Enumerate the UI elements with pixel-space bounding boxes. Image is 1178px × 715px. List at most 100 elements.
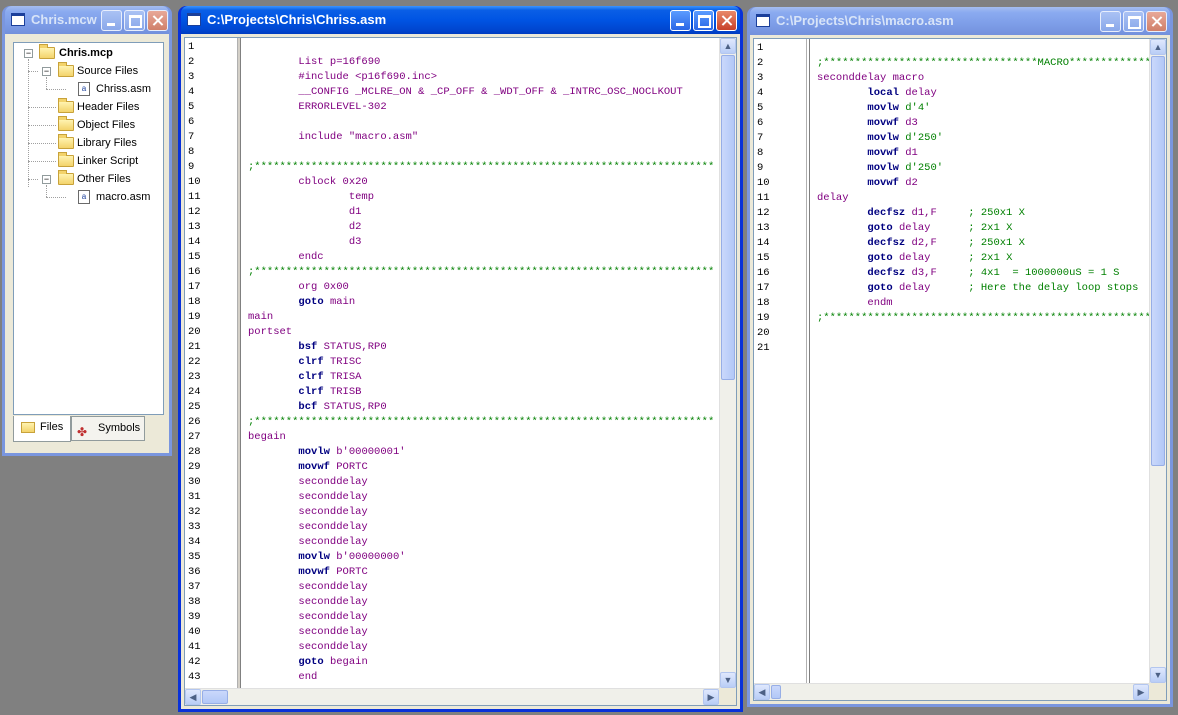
project-titlebar[interactable]: Chris.mcw	[5, 6, 169, 34]
tree-label: Header Files	[77, 101, 140, 113]
line-number: 19	[757, 312, 770, 324]
code-editor-main[interactable]: List p=16f690 #include <p16f690.inc> __C…	[184, 37, 737, 706]
scroll-corner	[1149, 683, 1166, 700]
scroll-thumb[interactable]	[721, 55, 735, 380]
maximize-button[interactable]	[1123, 11, 1144, 32]
scroll-down-button[interactable]: ▼	[1150, 667, 1166, 683]
scroll-up-button[interactable]: ▲	[720, 38, 736, 54]
code-line: seconddelay	[248, 521, 368, 533]
code-line: movwf d2	[867, 177, 918, 189]
tree-item-macro-asm[interactable]: a macro.asm	[14, 188, 163, 206]
vertical-scrollbar[interactable]: ▲ ▼	[1149, 39, 1166, 683]
line-number: 30	[188, 476, 201, 488]
line-number: 11	[757, 192, 770, 204]
line-number: 32	[188, 506, 201, 518]
editor-main-title: C:\Projects\Chris\Chriss.asm	[207, 12, 387, 27]
code-line: movlw d'250'	[867, 162, 944, 174]
code-line: local delay	[867, 87, 937, 99]
line-number: 24	[188, 386, 201, 398]
minimize-button[interactable]	[670, 10, 691, 31]
tab-symbols[interactable]: ✤ Symbols	[71, 416, 145, 441]
tree-item-header-files[interactable]: Header Files	[14, 98, 163, 116]
code-line: seconddelay macro	[817, 72, 925, 84]
line-number: 25	[188, 401, 201, 413]
scroll-right-button[interactable]: ▶	[1133, 684, 1149, 700]
line-number: 10	[188, 176, 201, 188]
code-area-main[interactable]: List p=16f690 #include <p16f690.inc> __C…	[185, 38, 719, 688]
code-line: seconddelay	[248, 506, 368, 518]
window-icon	[11, 13, 25, 26]
tree-item-chriss-asm[interactable]: a Chriss.asm	[14, 80, 163, 98]
minimize-button[interactable]	[1100, 11, 1121, 32]
line-number: 42	[188, 656, 201, 668]
line-number: 41	[188, 641, 201, 653]
collapse-icon[interactable]: −	[42, 67, 51, 76]
close-button[interactable]	[1146, 11, 1167, 32]
scroll-left-button[interactable]: ◀	[754, 684, 770, 700]
line-number: 21	[188, 341, 201, 353]
tab-files[interactable]: Files	[13, 416, 71, 442]
line-number: 37	[188, 581, 201, 593]
scroll-down-button[interactable]: ▼	[720, 672, 736, 688]
code-line: ;***************************************…	[248, 416, 715, 428]
code-line: seconddelay	[248, 611, 368, 623]
code-line: d2	[248, 221, 362, 233]
line-number: 23	[188, 371, 201, 383]
line-number: 5	[757, 102, 764, 114]
line-number: 39	[188, 611, 201, 623]
line-number: 35	[188, 551, 201, 563]
maximize-button[interactable]	[124, 10, 145, 31]
scroll-thumb[interactable]	[1151, 56, 1165, 466]
line-number: 8	[757, 147, 764, 159]
code-line: endc	[248, 251, 324, 263]
horizontal-scrollbar[interactable]: ◀ ▶	[185, 688, 719, 705]
asm-file-icon: a	[78, 190, 90, 204]
scroll-thumb-h[interactable]	[771, 685, 781, 699]
code-line: goto main	[298, 296, 356, 308]
code-area-macro[interactable]: ;**********************************MACRO…	[754, 39, 1149, 683]
vertical-scrollbar[interactable]: ▲ ▼	[719, 38, 736, 688]
line-number: 4	[757, 87, 764, 99]
tree-item-project[interactable]: − Chris.mcp	[14, 44, 163, 62]
code-line: movlw b'00000000'	[298, 551, 406, 563]
line-number: 2	[757, 57, 764, 69]
code-line: temp	[248, 191, 375, 203]
collapse-icon[interactable]: −	[42, 175, 51, 184]
line-number: 40	[188, 626, 201, 638]
line-number: 18	[188, 296, 201, 308]
maximize-button[interactable]	[693, 10, 714, 31]
editor-main-titlebar[interactable]: C:\Projects\Chris\Chriss.asm	[181, 6, 740, 34]
tree-item-source-files[interactable]: − Source Files	[14, 62, 163, 80]
line-number: 8	[188, 146, 195, 158]
tree-item-object-files[interactable]: Object Files	[14, 116, 163, 134]
code-line: bcf STATUS,RP0	[298, 401, 387, 413]
horizontal-scrollbar[interactable]: ◀ ▶	[754, 683, 1149, 700]
scroll-right-button[interactable]: ▶	[703, 689, 719, 705]
line-number: 20	[757, 327, 770, 339]
tree-item-library-files[interactable]: Library Files	[14, 134, 163, 152]
close-button[interactable]	[716, 10, 737, 31]
code-line: goto delay ; 2x1 X	[867, 222, 1013, 234]
close-button[interactable]	[147, 10, 168, 31]
line-number: 19	[188, 311, 201, 323]
code-line: end	[248, 671, 318, 683]
code-line: goto delay ; 2x1 X	[867, 252, 1013, 264]
code-line: include "macro.asm"	[248, 131, 419, 143]
tree-label: Library Files	[77, 137, 137, 149]
minimize-button[interactable]	[101, 10, 122, 31]
code-line: clrf TRISC	[298, 356, 362, 368]
line-number: 7	[188, 131, 195, 143]
editor-macro-titlebar[interactable]: C:\Projects\Chris\macro.asm	[750, 7, 1170, 35]
line-number: 15	[757, 252, 770, 264]
scroll-left-button[interactable]: ◀	[185, 689, 201, 705]
tree-item-linker-script[interactable]: Linker Script	[14, 152, 163, 170]
scroll-up-button[interactable]: ▲	[1150, 39, 1166, 55]
code-line: decfsz d2,F ; 250x1 X	[867, 237, 1025, 249]
tree-label: macro.asm	[96, 191, 151, 203]
scroll-thumb-h[interactable]	[202, 690, 228, 704]
code-editor-macro[interactable]: ;**********************************MACRO…	[753, 38, 1167, 701]
collapse-icon[interactable]: −	[24, 49, 33, 58]
code-line: #include <p16f690.inc>	[248, 71, 438, 83]
line-number: 6	[757, 117, 764, 129]
tree-item-other-files[interactable]: − Other Files	[14, 170, 163, 188]
